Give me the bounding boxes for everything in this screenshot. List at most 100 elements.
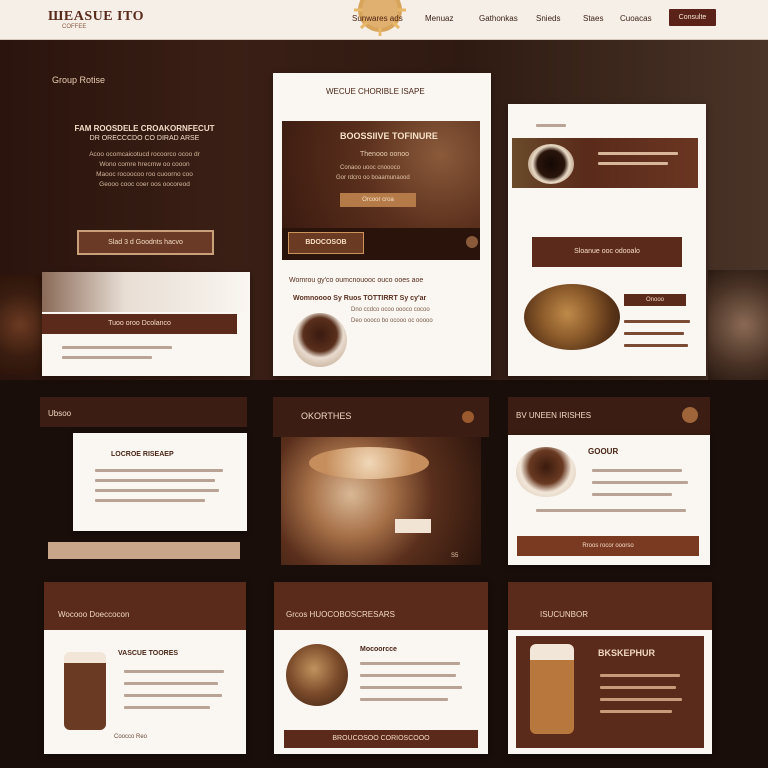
coffee-bean-icon: [466, 236, 478, 248]
card-title: Wocooo Doeccocon: [58, 610, 130, 619]
text-line: [95, 489, 219, 492]
text-line: [600, 674, 680, 677]
product-card-2: Grcos HUOCOBOSCRESARS Mocoorcce BROUCOSO…: [274, 582, 488, 754]
latte-tag[interactable]: [395, 519, 431, 533]
promo-card-left-band[interactable]: Tuoo oroo Dcolanco: [42, 314, 237, 334]
feature-card-right-tag[interactable]: Onooo: [624, 294, 686, 306]
text-line: [62, 346, 172, 349]
feature-body-3: Dno ccdco ocoo oooco cocoo: [351, 307, 430, 313]
drink-card-button[interactable]: Rroos rocor ooorso: [517, 536, 699, 556]
coffee-cup-icon: [293, 313, 347, 367]
product-card-header: Wocooo Doeccocon: [44, 582, 246, 630]
card-title: OKORTHES: [301, 411, 352, 421]
text-line: [624, 332, 684, 335]
text-line: [124, 682, 218, 685]
card-header: OKORTHES: [273, 397, 489, 437]
feature-card-center: WECUE CHORIBLE ISAPE BOOSSIIVE TOFINURE …: [273, 73, 491, 376]
card-title: BV UNEEN IRISHES: [516, 411, 592, 420]
feature-card-strip: BDOCOSOB: [282, 228, 480, 260]
product-card-button[interactable]: BROUCOSOO CORIOSCOOO: [284, 730, 478, 748]
product-card-link[interactable]: Coocco Reo: [114, 734, 147, 740]
card-title: Grcos HUOCOBOSCRESARS: [286, 610, 395, 619]
text-line: [592, 469, 682, 472]
product-card-header: ISUCUNBOR: [508, 582, 712, 630]
coffee-beans-image-right: [708, 270, 768, 380]
top-nav-bar: ШЕАSUE ITO COFFEE Sunwares ads Menuaz Ga…: [0, 0, 768, 40]
feature-card-right-band[interactable]: Sloanue ooc odooalo: [532, 237, 682, 267]
beer-panel: BKSKEPHUR: [516, 636, 704, 748]
feature-body-2: Womnoooo Sy Ruos TOTTIRRT Sy cy'ar: [293, 295, 427, 302]
brand-logo-sub: COFFEE: [62, 24, 87, 30]
text-line: [592, 493, 672, 496]
text-line: [592, 481, 688, 484]
card-header: BV UNEEN IRISHES: [508, 397, 710, 435]
text-line: [95, 469, 223, 472]
promo-card-left: Tuoo oroo Dcolanco: [42, 272, 250, 376]
text-line: [360, 662, 460, 665]
hero-paragraph: Acoo ocomcaicotucd rocoorco ocoo dr Wono…: [89, 151, 200, 188]
nav-link-2[interactable]: Gathonkas: [479, 14, 518, 23]
hero-headline: FAM ROOSDELE CROAKORNFECUT DR ORECCCDO C…: [74, 124, 215, 142]
nav-link-5[interactable]: Cuoacas: [620, 14, 652, 23]
promo-card-left-image: [42, 272, 250, 312]
coffee-bean-icon: [462, 411, 474, 423]
drink-card-title: GOOUR: [588, 447, 619, 456]
coffee-jar-image: [64, 652, 106, 730]
text-line: [536, 124, 566, 127]
recipe-card-button[interactable]: [48, 542, 240, 559]
nav-link-3[interactable]: Snieds: [536, 14, 560, 23]
text-line: [124, 670, 224, 673]
text-line: [124, 694, 222, 697]
text-line: [598, 162, 668, 165]
pastry-plate-image: [524, 284, 620, 350]
product-card-1: Wocooo Doeccocon VASCUE TOORES Coocco Re…: [44, 582, 246, 754]
drink-card: GOOUR Rroos rocor ooorso: [508, 435, 710, 565]
recipe-card-title: LOCROE RISEAEP: [111, 451, 174, 458]
text-line: [124, 706, 210, 709]
text-line: [360, 698, 448, 701]
card-header: Ubsoo: [40, 397, 247, 427]
text-line: [600, 698, 682, 701]
text-line: [536, 509, 686, 512]
text-line: [624, 320, 690, 323]
card-title: ISUCUNBOR: [540, 610, 589, 619]
coffee-bean-icon: [682, 407, 698, 423]
text-line: [600, 686, 676, 689]
feature-card-sub: Thenooo oonoo: [360, 151, 410, 158]
feature-card-line-2: Gor rdcro oo boaamunaood: [336, 175, 410, 181]
feature-card-button[interactable]: Orcoor croa: [340, 193, 416, 207]
beer-glass-image: [530, 644, 574, 734]
hero-cta-button[interactable]: Slad 3 d Goodnts hacvo: [77, 230, 214, 255]
text-line: [360, 686, 462, 689]
espresso-cup-icon: [528, 144, 574, 184]
feature-card-right-banner: [512, 138, 698, 188]
recipe-card: LOCROE RISEAEP: [73, 433, 247, 531]
feature-card-banner: BOOSSIIVE TOFINURE Thenooo oonoo Conaoo …: [282, 121, 480, 233]
nav-link-1[interactable]: Menuaz: [425, 14, 453, 23]
text-line: [598, 152, 678, 155]
text-line: [62, 356, 152, 359]
text-line: [360, 674, 456, 677]
coffee-cup-icon: [286, 644, 348, 706]
feature-body-1: Womrou gy'co oumcnouooc ouco ooes aoe: [289, 277, 424, 284]
beer-panel-title: BKSKEPHUR: [598, 648, 656, 658]
glass-cup-icon: [516, 447, 576, 497]
feature-badge[interactable]: BDOCOSOB: [288, 232, 364, 254]
feature-card-right: Sloanue ooc odooalo Onooo: [508, 104, 706, 376]
nav-link-4[interactable]: Staes: [583, 14, 603, 23]
seal-label: Sunwares ads: [352, 14, 403, 23]
text-line: [600, 710, 672, 713]
feature-card-line-1: Conaoo uooc cnoooco: [340, 165, 401, 171]
feature-body-4: Deo oooco bo ocooo oc ooooo: [351, 318, 433, 324]
feature-card-kicker: WECUE CHORIBLE ISAPE: [326, 87, 425, 96]
product-card-title: VASCUE TOORES: [118, 650, 179, 657]
product-card-title: Mocoorcce: [360, 646, 397, 653]
header-cta-button[interactable]: Consulte: [669, 9, 716, 26]
hero-kicker: Group Rotise: [52, 75, 106, 85]
feature-card-headline: BOOSSIIVE TOFINURE: [340, 131, 438, 141]
brand-logo[interactable]: ШЕАSUE ITO: [48, 9, 144, 25]
latte-foot: S5: [451, 553, 459, 559]
text-line: [95, 499, 205, 502]
product-card-header: Grcos HUOCOBOSCRESARS: [274, 582, 488, 630]
card-title: Ubsoo: [48, 409, 72, 418]
